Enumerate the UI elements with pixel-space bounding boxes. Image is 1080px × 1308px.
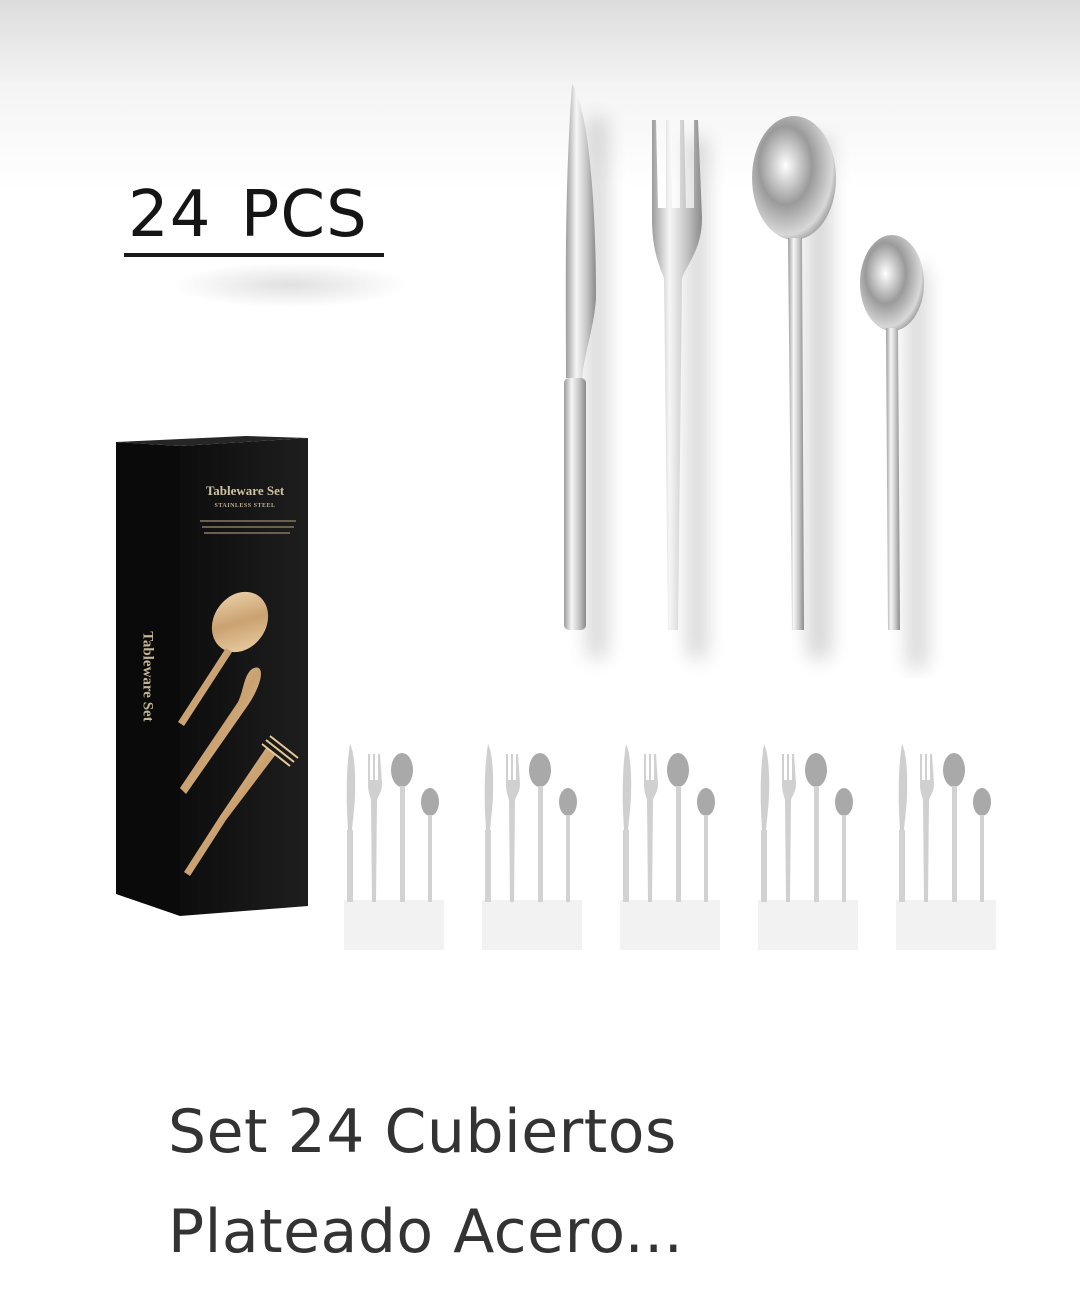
product-image[interactable]: 24 PCS Tableware Set STAINLESS STEEL Tab…	[0, 0, 1080, 1000]
mini-cutlery-set	[344, 744, 444, 950]
pcs-label: 24 PCS	[128, 178, 368, 252]
mini-cutlery-set	[758, 744, 858, 950]
box-side-text: Tableware Set	[139, 631, 156, 722]
box-title: Tableware Set	[205, 483, 285, 498]
product-title-line-1: Set 24 Cubiertos	[168, 1097, 677, 1167]
product-title-line-2: Plateado Acero...	[168, 1197, 684, 1267]
mini-cutlery-set	[482, 744, 582, 950]
mini-cutlery-set	[620, 744, 720, 950]
main-cutlery-set	[564, 84, 926, 668]
product-title[interactable]: Set 24 Cubiertos Plateado Acero...	[168, 1082, 928, 1282]
mini-cutlery-set	[896, 744, 996, 950]
pcs-underline	[124, 253, 384, 257]
pcs-label-shadow	[170, 262, 410, 308]
box-subtitle: STAINLESS STEEL	[214, 503, 276, 509]
